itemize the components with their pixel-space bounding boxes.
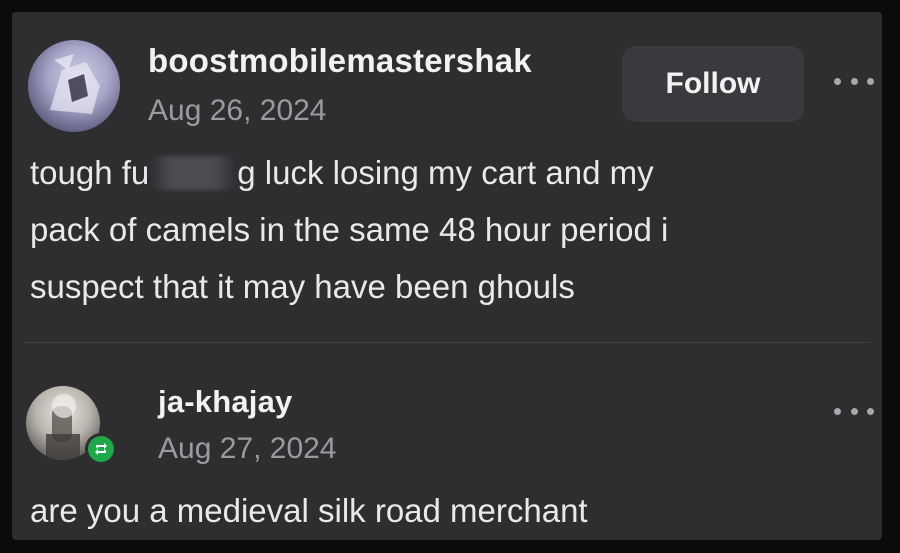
more-options-icon[interactable] [834, 74, 874, 88]
post-body-line-3: suspect that it may have been ghouls [30, 268, 575, 305]
post-body-line-1-end: g luck losing my cart and my [237, 154, 654, 191]
divider [24, 342, 870, 343]
reblog-username[interactable]: ja-khajay [158, 384, 293, 420]
reblog-date[interactable]: Aug 27, 2024 [158, 432, 337, 466]
post-card: boostmobilemastershak Aug 26, 2024 Follo… [12, 12, 882, 540]
user-avatar[interactable] [28, 40, 120, 132]
reblog-body: are you a medieval silk road merchant [30, 492, 588, 529]
follow-button[interactable]: Follow [622, 46, 804, 122]
original-post: boostmobilemastershak Aug 26, 2024 Follo… [12, 12, 882, 337]
censor-blur [149, 156, 238, 190]
post-body: tough fu g luck losing my cart and my pac… [30, 144, 668, 315]
reblog-badge [85, 433, 117, 465]
reblog-more-options-icon[interactable] [834, 404, 874, 418]
post-username[interactable]: boostmobilemastershak [148, 42, 532, 80]
reblog-comment: ja-khajay Aug 27, 2024 are you a medieva… [12, 352, 882, 540]
reblog-arrows-icon [95, 443, 107, 455]
post-body-line-1-start: tough fu [30, 154, 150, 191]
avatar-image [50, 54, 100, 114]
post-date[interactable]: Aug 26, 2024 [148, 94, 327, 128]
reblog-icon [88, 436, 114, 462]
post-body-line-2: pack of camels in the same 48 hour perio… [30, 211, 669, 248]
post-body-line-1: tough fu g luck losing my cart and my [30, 144, 668, 201]
